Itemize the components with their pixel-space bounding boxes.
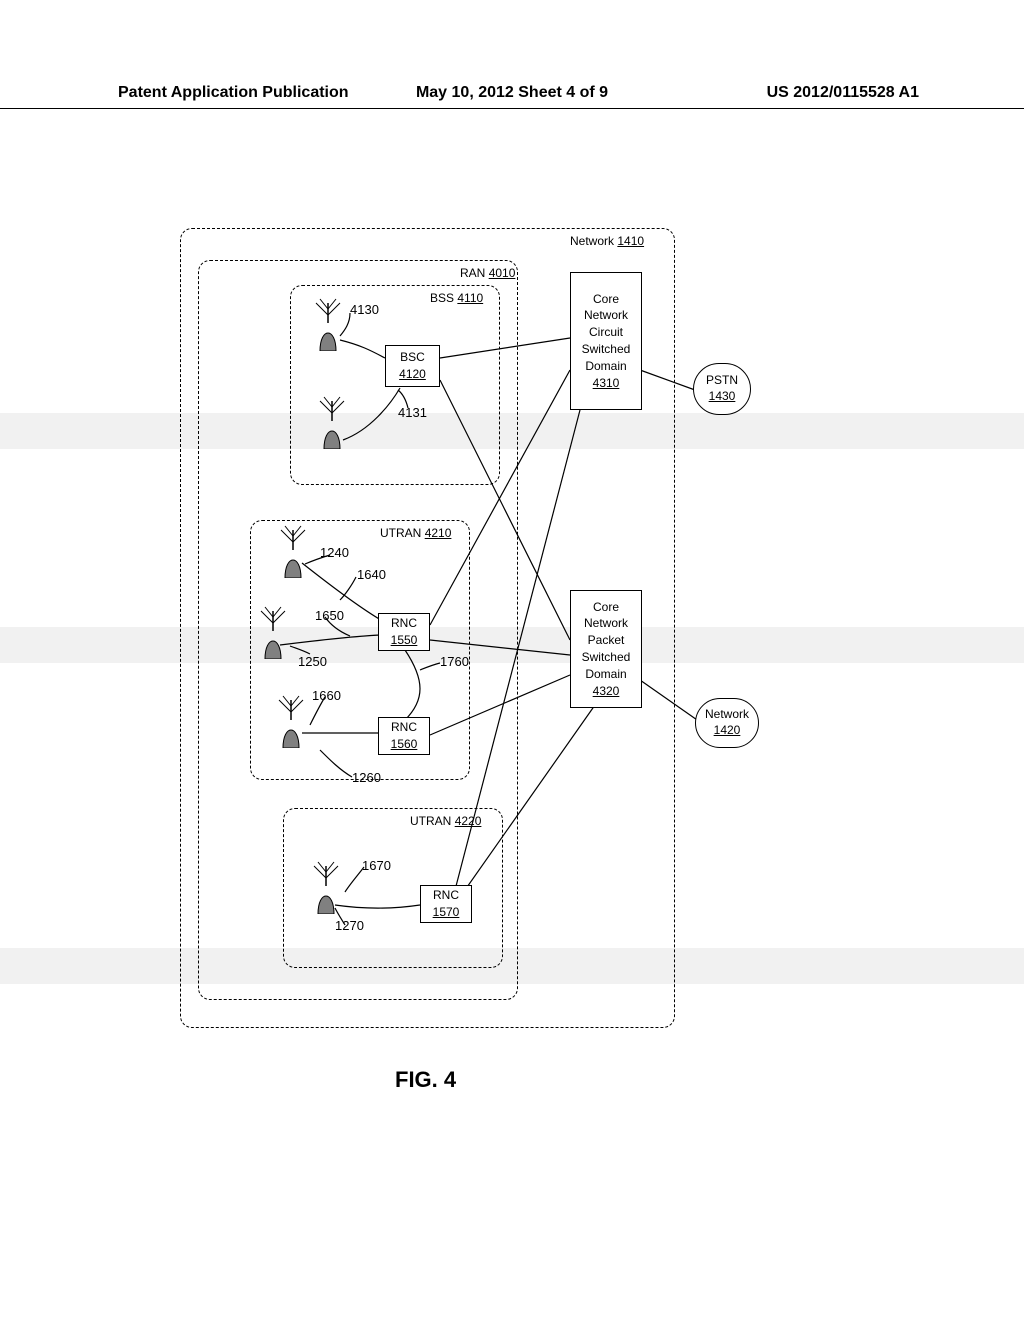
- box-core-ps: Core Network Packet Switched Domain 4320: [570, 590, 642, 708]
- annotation: 1270: [335, 918, 364, 933]
- box-rnc3: RNC1570: [420, 885, 472, 923]
- page: Patent Application Publication May 10, 2…: [0, 0, 1024, 1320]
- annotation: 1250: [298, 654, 327, 669]
- antenna-icon: [273, 692, 309, 748]
- container-bss-label: BSS 4110: [430, 291, 483, 305]
- container-utran2-label: UTRAN 4220: [410, 814, 481, 828]
- annotation: 1660: [312, 688, 341, 703]
- annotation: 1760: [440, 654, 469, 669]
- container-ran-label: RAN 4010: [460, 266, 515, 280]
- container-utran1-label: UTRAN 4210: [380, 526, 451, 540]
- annotation: 4130: [350, 302, 379, 317]
- header-center: May 10, 2012 Sheet 4 of 9: [416, 84, 608, 102]
- figure-caption: FIG. 4: [395, 1067, 456, 1093]
- antenna-icon: [310, 295, 346, 351]
- annotation: 1260: [352, 770, 381, 785]
- external-pstn: PSTN1430: [693, 363, 751, 415]
- box-bsc: BSC4120: [385, 345, 440, 387]
- container-network-label: Network 1410: [570, 234, 644, 248]
- box-rnc2: RNC1560: [378, 717, 430, 755]
- annotation: 1240: [320, 545, 349, 560]
- annotation: 1650: [315, 608, 344, 623]
- antenna-icon: [255, 603, 291, 659]
- external-network: Network1420: [695, 698, 759, 748]
- page-header: Patent Application Publication May 10, 2…: [0, 84, 1024, 102]
- annotation: 4131: [398, 405, 427, 420]
- header-rule: [0, 108, 1024, 109]
- annotation: 1640: [357, 567, 386, 582]
- antenna-icon: [275, 522, 311, 578]
- header-left: Patent Application Publication: [118, 84, 349, 102]
- header-right: US 2012/0115528 A1: [767, 84, 919, 102]
- antenna-icon: [308, 858, 344, 914]
- antenna-icon: [314, 393, 350, 449]
- annotation: 1670: [362, 858, 391, 873]
- box-core-cs: Core Network Circuit Switched Domain 431…: [570, 272, 642, 410]
- box-rnc1: RNC1550: [378, 613, 430, 651]
